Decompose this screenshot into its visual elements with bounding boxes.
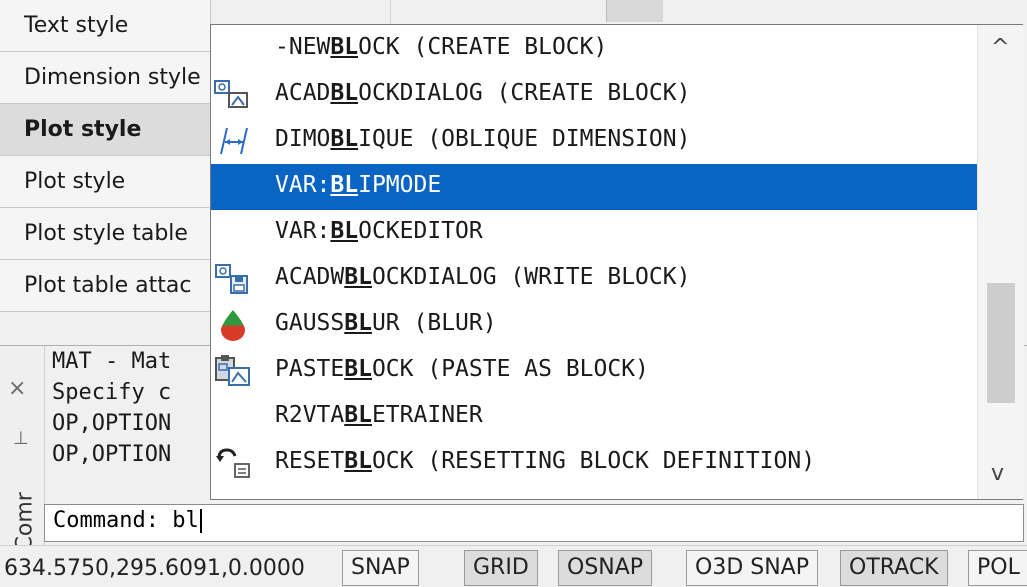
autocomplete-item-label: VAR:BLOCKEDITOR <box>275 218 483 244</box>
autocomplete-item[interactable]: ACADBLOCKDIALOG (CREATE BLOCK) <box>211 72 977 118</box>
autocomplete-item[interactable]: -NEWBLOCK (CREATE BLOCK) <box>211 26 977 72</box>
item-label-prefix: ACAD <box>275 80 331 106</box>
property-row-plot-style-table[interactable]: Plot style table <box>0 208 210 260</box>
paste-block-icon <box>213 354 253 388</box>
item-label-prefix: VAR: <box>275 172 331 198</box>
item-label-match: BL <box>330 126 359 152</box>
status-bar: 634.5750,295.6091,0.0000 SNAP GRID OSNAP… <box>0 545 1027 587</box>
polar-toggle[interactable]: POL <box>968 550 1027 586</box>
command-input[interactable]: Command: bl <box>44 504 1024 542</box>
autocomplete-item-label: RESETBLOCK (RESETTING BLOCK DEFINITION) <box>275 448 815 474</box>
item-label-prefix: GAUSS <box>275 310 345 336</box>
autocomplete-item-label: -NEWBLOCK (CREATE BLOCK) <box>275 34 607 60</box>
o3d-snap-toggle[interactable]: O3D SNAP <box>686 550 818 586</box>
autocomplete-item[interactable]: VAR:BLOCKEDITOR <box>211 210 977 256</box>
grid-toggle[interactable]: GRID <box>464 550 538 586</box>
item-label-match: BL <box>330 218 359 244</box>
autocomplete-item[interactable]: RESETBLOCK (RESETTING BLOCK DEFINITION) <box>211 440 977 486</box>
item-label-suffix: IQUE (OBLIQUE DIMENSION) <box>358 126 691 152</box>
item-label-suffix: UR (BLUR) <box>371 310 497 336</box>
autocomplete-item[interactable]: VAR:BLIPMODE <box>211 164 977 210</box>
item-label-prefix: RESET <box>275 448 345 474</box>
history-line: OP,OPTION <box>52 411 172 436</box>
item-label-suffix: OCKDIALOG (CREATE BLOCK) <box>358 80 691 106</box>
item-label-suffix: OCK (RESETTING BLOCK DEFINITION) <box>371 448 816 474</box>
snap-toggle[interactable]: SNAP <box>342 550 419 586</box>
item-label-prefix: VAR: <box>275 218 331 244</box>
autocomplete-item[interactable]: GAUSSBLUR (BLUR) <box>211 302 977 348</box>
pin-icon[interactable]: ⊥ <box>13 428 29 449</box>
oblique-dimension-icon <box>213 124 253 158</box>
blur-drop-icon <box>213 308 253 342</box>
property-row-text-style[interactable]: Text style <box>0 0 210 52</box>
reset-block-icon <box>213 446 253 480</box>
item-label-match: BL <box>330 80 359 106</box>
item-label-match: BL <box>330 34 359 60</box>
command-window-title: Comr <box>12 492 38 552</box>
item-label-suffix: OCKDIALOG (WRITE BLOCK) <box>371 264 691 290</box>
scroll-up-icon[interactable]: ^ <box>991 35 1009 60</box>
item-label-suffix: OCK (CREATE BLOCK) <box>358 34 608 60</box>
autocomplete-item-label: GAUSSBLUR (BLUR) <box>275 310 497 336</box>
coordinate-readout: 634.5750,295.6091,0.0000 <box>4 556 305 581</box>
command-window-sidebar: × ⊥ Comr <box>0 346 45 552</box>
autocomplete-item-label: ACADWBLOCKDIALOG (WRITE BLOCK) <box>275 264 690 290</box>
otrack-toggle[interactable]: OTRACK <box>840 550 948 586</box>
autocomplete-item[interactable]: R2VTABLETRAINER <box>211 394 977 440</box>
osnap-toggle[interactable]: OSNAP <box>558 550 653 586</box>
autocomplete-item[interactable]: PASTEBLOCK (PASTE AS BLOCK) <box>211 348 977 394</box>
item-label-prefix: -NEW <box>275 34 331 60</box>
autocomplete-scrollbar[interactable]: ^ v <box>977 25 1024 499</box>
item-label-prefix: PASTE <box>275 356 345 382</box>
autocomplete-item-label: ACADBLOCKDIALOG (CREATE BLOCK) <box>275 80 690 106</box>
item-label-suffix: ETRAINER <box>371 402 483 428</box>
item-label-prefix: R2VTA <box>275 402 345 428</box>
autocomplete-item-label: R2VTABLETRAINER <box>275 402 483 428</box>
autocomplete-item[interactable]: ACADWBLOCKDIALOG (WRITE BLOCK) <box>211 256 977 302</box>
text-caret <box>199 509 202 533</box>
autocomplete-item-label: PASTEBLOCK (PASTE AS BLOCK) <box>275 356 649 382</box>
close-icon[interactable]: × <box>8 376 26 401</box>
item-label-match: BL <box>330 172 359 198</box>
item-label-match: BL <box>344 310 372 336</box>
property-row-plot-table-attached[interactable]: Plot table attac <box>0 260 210 312</box>
item-label-suffix: OCKEDITOR <box>358 218 483 244</box>
item-label-match: BL <box>344 356 372 382</box>
create-block-icon <box>213 78 253 112</box>
property-row-plot-style-category[interactable]: Plot style <box>0 104 210 156</box>
property-row-dimension-style[interactable]: Dimension style <box>0 52 210 104</box>
item-label-match: BL <box>344 402 372 428</box>
history-line: OP,OPTION <box>52 442 172 467</box>
history-line: MAT - Mat <box>52 349 172 374</box>
autocomplete-item-label: DIMOBLIQUE (OBLIQUE DIMENSION) <box>275 126 690 152</box>
item-label-match: BL <box>344 264 372 290</box>
command-input-value[interactable]: bl <box>172 508 199 533</box>
item-label-match: BL <box>344 448 372 474</box>
scroll-down-icon[interactable]: v <box>991 461 1004 486</box>
autocomplete-item[interactable]: DIMOBLIQUE (OBLIQUE DIMENSION) <box>211 118 977 164</box>
properties-scrollbar[interactable] <box>606 0 663 22</box>
command-prompt: Command: <box>53 508 159 533</box>
command-history: MAT - Mat Specify c OP,OPTION OP,OPTION <box>52 346 222 496</box>
item-label-suffix: IPMODE <box>358 172 442 198</box>
property-row-plot-style[interactable]: Plot style <box>0 156 210 208</box>
autocomplete-popup: -NEWBLOCK (CREATE BLOCK) ACADBLOCKDIALOG … <box>210 24 1024 500</box>
history-line: Specify c <box>52 380 172 405</box>
write-block-icon <box>213 262 253 296</box>
autocomplete-item-label: VAR:BLIPMODE <box>275 172 441 198</box>
item-label-prefix: DIMO <box>275 126 331 152</box>
item-label-suffix: OCK (PASTE AS BLOCK) <box>371 356 649 382</box>
scroll-thumb[interactable] <box>987 283 1015 403</box>
item-label-prefix: ACADW <box>275 264 345 290</box>
